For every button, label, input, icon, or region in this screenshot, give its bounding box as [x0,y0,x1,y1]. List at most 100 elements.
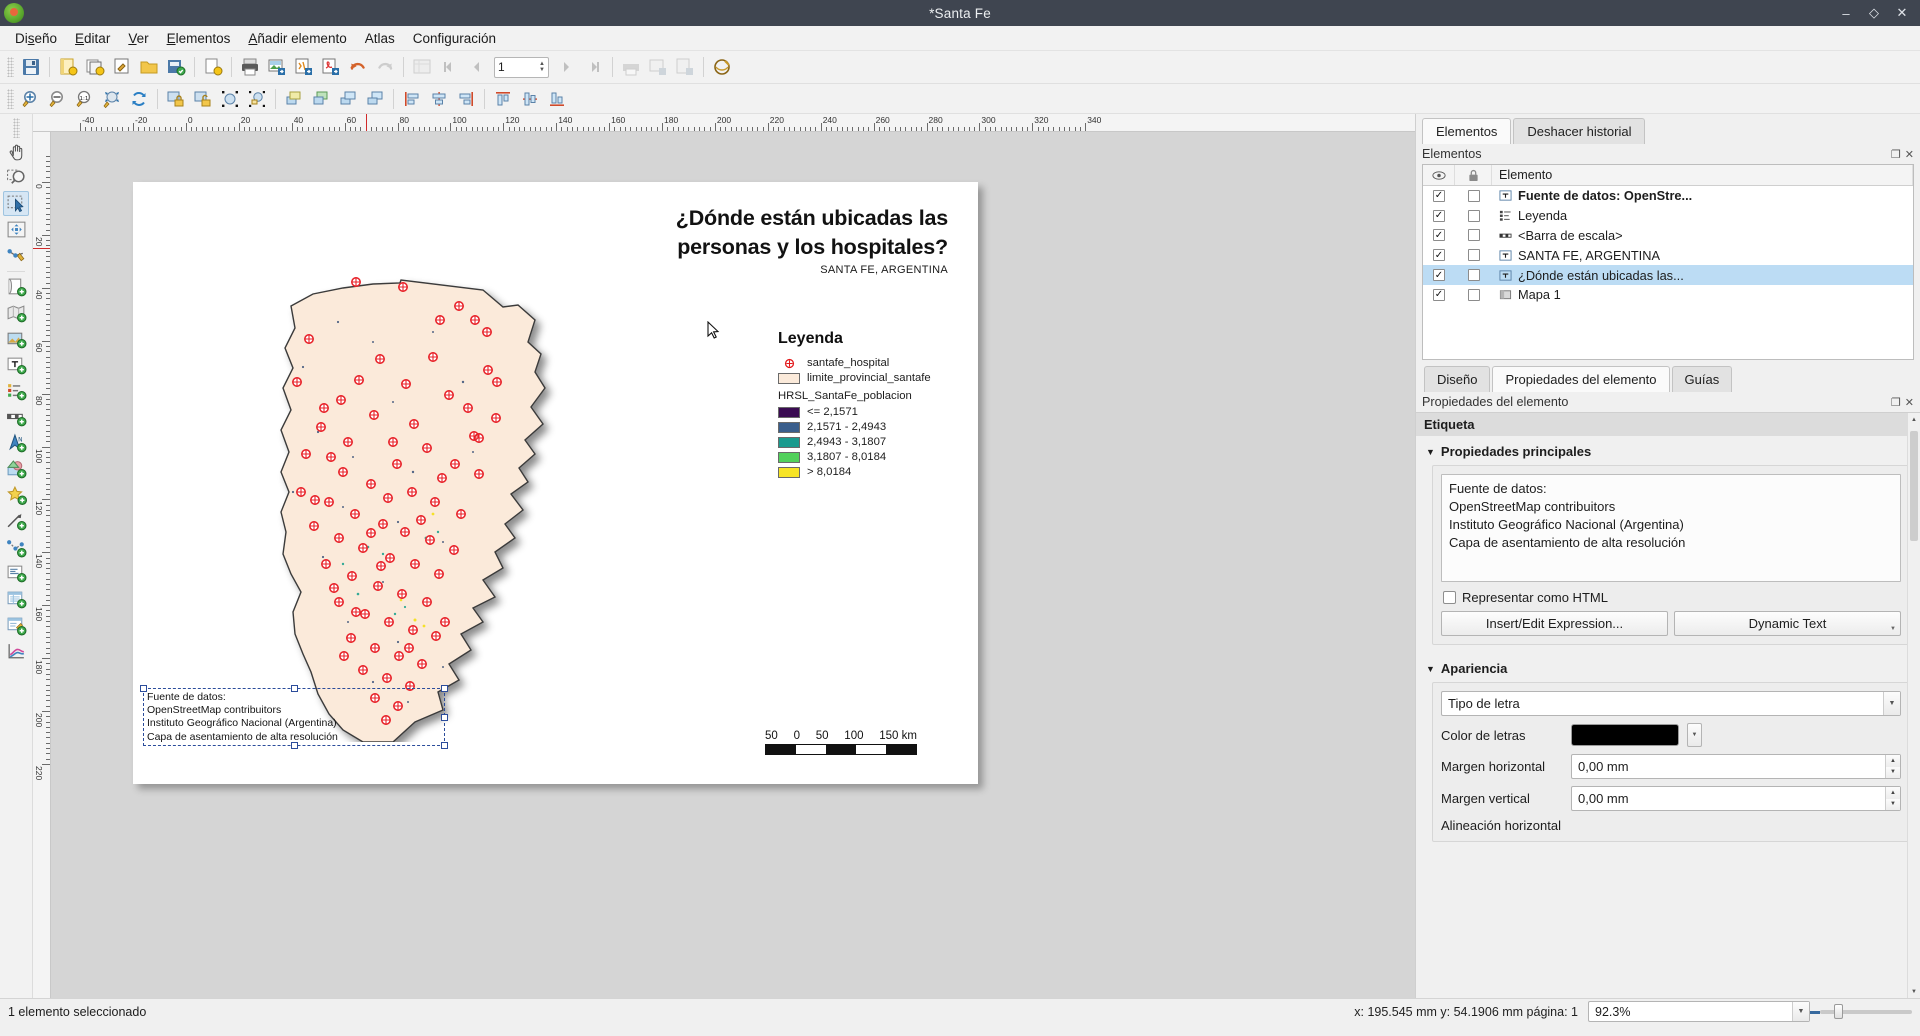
layout-manager-icon[interactable] [109,55,135,80]
legend-item[interactable]: Leyenda santafe_hospital limite_provinci… [778,330,968,481]
toolbar-grip[interactable] [7,57,14,77]
add-elevation-profile-icon[interactable] [3,639,29,664]
export-svg-icon[interactable] [291,55,317,80]
credits-label-item[interactable]: Fuente de datos: OpenStreetMap contribui… [140,685,448,749]
refresh-icon[interactable] [126,86,152,111]
add-node-item-icon[interactable] [3,535,29,560]
add-html-icon[interactable] [3,561,29,586]
atlas-settings-icon[interactable] [409,55,435,80]
zoom-slider-knob[interactable] [1834,1004,1843,1019]
atlas-export-icon[interactable] [672,55,698,80]
table-row[interactable]: ✓ ¿Dónde están ubicadas las... [1423,265,1913,285]
resize-handle-mr[interactable] [441,714,448,721]
close-panel-icon[interactable]: ✕ [1905,396,1914,409]
print-icon[interactable] [237,55,263,80]
layout-page[interactable]: ¿Dónde están ubicadas las personas y los… [133,182,978,784]
ungroup-icon[interactable] [244,86,270,111]
tab-diseno[interactable]: Diseño [1424,366,1491,392]
select-move-item-icon[interactable] [3,191,29,216]
lower-to-bottom-icon[interactable] [362,86,388,111]
zoom-full-icon[interactable] [99,86,125,111]
scroll-up-icon[interactable]: ▲ [1908,413,1920,426]
resize-handle-tr[interactable] [441,685,448,692]
zoom-tool-icon[interactable] [3,165,29,190]
atlas-first-icon[interactable] [436,55,462,80]
toolbar-grip[interactable] [7,88,14,109]
pan-layout-icon[interactable] [3,139,29,164]
row-lock-checkbox[interactable] [1467,269,1480,282]
font-color-swatch[interactable] [1571,724,1679,746]
float-panel-icon[interactable]: ❐ [1891,148,1901,161]
toolbar-grip[interactable] [12,118,20,138]
tab-elementos[interactable]: Elementos [1422,118,1512,144]
resize-handle-tc[interactable] [291,685,298,692]
margin-horizontal-input[interactable]: 0,00 mm ▲ ▼ [1571,754,1901,779]
menu-anadir-elemento[interactable]: Añadir elemento [239,28,355,49]
row-visibility-checkbox[interactable]: ✓ [1433,229,1445,242]
restore-icon[interactable]: ◇ [1860,1,1888,25]
row-visibility-checkbox[interactable]: ✓ [1433,288,1445,301]
add-shape-icon[interactable] [3,457,29,482]
tab-propiedades-del-elemento[interactable]: Propiedades del elemento [1492,366,1670,392]
raise-items-icon[interactable] [281,86,307,111]
align-right-icon[interactable] [453,86,479,111]
dynamic-text-button[interactable]: Dynamic Text ▼ [1674,611,1901,636]
zoom-in-icon[interactable] [18,86,44,111]
table-row[interactable]: ✓ Leyenda [1423,206,1913,226]
unlock-items-icon[interactable] [190,86,216,111]
menu-editar[interactable]: Editar [66,28,119,49]
add-arrow-icon[interactable] [3,509,29,534]
layout-title-label[interactable]: ¿Dónde están ubicadas las personas y los… [578,204,948,262]
close-icon[interactable]: ✕ [1888,1,1916,25]
export-image-icon[interactable] [264,55,290,80]
new-report-icon[interactable] [200,55,226,80]
table-row[interactable]: ✓ Mapa 1 [1423,285,1913,305]
add-page-icon[interactable] [3,275,29,300]
tab-deshacer-historial[interactable]: Deshacer historial [1513,118,1646,144]
group-icon[interactable] [217,86,243,111]
elements-table[interactable]: Elemento ✓ Fuente de datos: OpenStre... … [1422,164,1914,360]
add-table-icon[interactable] [3,587,29,612]
add-label-icon[interactable] [3,353,29,378]
layout-subtitle-label[interactable]: SANTA FE, ARGENTINA [578,264,948,276]
row-lock-checkbox[interactable] [1467,189,1480,202]
menu-ver[interactable]: Ver [119,28,157,49]
zoom-level-combo[interactable]: 92.3% ▼ [1588,1001,1810,1022]
row-visibility-checkbox[interactable]: ✓ [1433,269,1445,282]
row-lock-checkbox[interactable] [1467,249,1480,262]
add-map-icon[interactable] [3,301,29,326]
group-propiedades-principales[interactable]: ▼ Propiedades principales [1416,436,1920,465]
atlas-print-icon[interactable] [618,55,644,80]
redo-icon[interactable] [372,55,398,80]
align-middle-icon[interactable] [517,86,543,111]
table-row[interactable]: ✓ Fuente de datos: OpenStre... [1423,186,1913,206]
group-apariencia[interactable]: ▼ Apariencia [1416,653,1920,682]
export-pdf-icon[interactable] [318,55,344,80]
open-template-icon[interactable] [136,55,162,80]
margin-vertical-input[interactable]: 0,00 mm ▲ ▼ [1571,786,1901,811]
atlas-export-image-icon[interactable] [645,55,671,80]
edit-nodes-icon[interactable] [3,243,29,268]
row-visibility-checkbox[interactable]: ✓ [1433,189,1445,202]
tab-guias[interactable]: Guías [1671,366,1733,392]
atlas-next-icon[interactable] [554,55,580,80]
align-left-icon[interactable] [399,86,425,111]
scroll-down-icon[interactable]: ▼ [1908,985,1920,998]
resize-handle-bc[interactable] [291,742,298,749]
undo-icon[interactable] [345,55,371,80]
save-template-icon[interactable] [163,55,189,80]
label-text-input[interactable]: Fuente de datos: OpenStreetMap contribui… [1441,474,1901,582]
table-row[interactable]: ✓ <Barra de escala> [1423,226,1913,246]
new-layout-icon[interactable] [55,55,81,80]
move-item-content-icon[interactable] [3,217,29,242]
row-visibility-checkbox[interactable]: ✓ [1433,249,1445,262]
menu-diseno[interactable]: Diseño [6,28,66,49]
row-lock-checkbox[interactable] [1467,209,1480,222]
save-icon[interactable] [18,55,44,80]
atlas-preview-icon[interactable] [709,55,735,80]
atlas-prev-icon[interactable] [463,55,489,80]
menu-atlas[interactable]: Atlas [356,28,404,49]
align-bottom-icon[interactable] [544,86,570,111]
add-scalebar-icon[interactable] [3,405,29,430]
row-lock-checkbox[interactable] [1467,229,1480,242]
